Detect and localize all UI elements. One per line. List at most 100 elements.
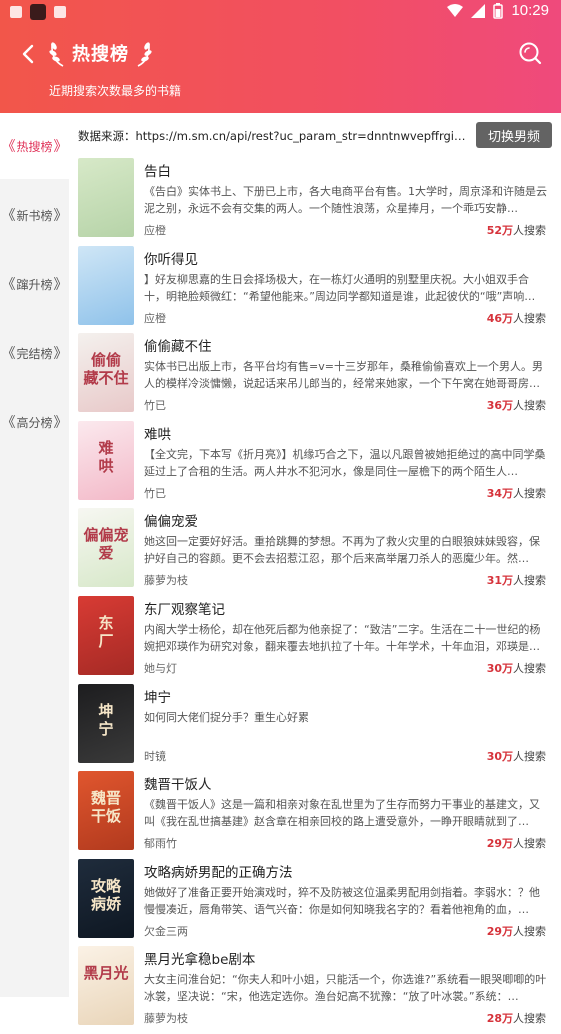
search-count: 28万人搜索 bbox=[487, 1010, 546, 1026]
book-item[interactable]: 东 厂 东厂观察笔记 内阁大学士杨伦，却在他死后都为他亲捉了：“致洁”二字。生活… bbox=[78, 595, 556, 684]
back-button[interactable] bbox=[14, 40, 42, 68]
book-cover: 难 哄 bbox=[78, 420, 134, 500]
page-subtitle: 近期搜索次数最多的书籍 bbox=[49, 84, 182, 98]
laurel-right-icon bbox=[137, 42, 152, 67]
status-bar: 10:29 bbox=[0, 0, 561, 26]
book-title: 偏偏宠爱 bbox=[144, 514, 198, 531]
book-author: 应橙 bbox=[144, 311, 166, 325]
search-count-suffix: 人搜索 bbox=[513, 574, 546, 588]
book-title: 难哄 bbox=[144, 426, 171, 443]
cover-text: 魏晋 干饭 bbox=[90, 789, 121, 826]
sidebar-item-completed[interactable]: 《完结榜》 bbox=[0, 320, 69, 386]
search-count: 29万人搜索 bbox=[487, 835, 546, 851]
book-author: 郁雨竹 bbox=[144, 837, 177, 851]
book-cover: 攻略 病娇 bbox=[78, 858, 134, 938]
search-count: 52万人搜索 bbox=[487, 222, 546, 238]
search-count-suffix: 人搜索 bbox=[513, 486, 546, 500]
search-count: 31万人搜索 bbox=[487, 572, 546, 588]
search-count-suffix: 人搜索 bbox=[513, 224, 546, 237]
wifi-icon bbox=[447, 3, 464, 17]
book-item[interactable]: 黑月光 黑月光拿稳be剧本 大女主问淮台妃：“你夫人和叶小姐，只能活一个，你选谁… bbox=[78, 946, 556, 1034]
search-count-number: 34万 bbox=[486, 486, 513, 500]
book-cover: 东 厂 bbox=[78, 595, 134, 675]
book-cover bbox=[78, 245, 134, 325]
book-item[interactable]: 偏偏宠爱 偏偏宠爱 她这回一定要好好活。重拾跳舞的梦想。不再为了救火灾里的白眼狼… bbox=[78, 508, 556, 596]
book-cover: 魏晋 干饭 bbox=[78, 771, 134, 851]
search-count: 36万人搜索 bbox=[487, 397, 546, 413]
switch-male-button[interactable]: 切换男频 bbox=[476, 122, 552, 148]
search-count: 46万人搜索 bbox=[487, 310, 546, 326]
book-item[interactable]: 魏晋 干饭 魏晋干饭人 《魏晋干饭人》这是一篇和相亲对象在乱世里为了生存而努力干… bbox=[78, 771, 556, 859]
chevron-left-icon bbox=[22, 44, 34, 64]
search-count: 30万人搜索 bbox=[487, 748, 546, 764]
search-count-number: 31万 bbox=[486, 574, 513, 588]
signal-icon bbox=[471, 3, 486, 18]
book-author: 竹已 bbox=[144, 399, 166, 413]
book-title: 你听得见 bbox=[144, 251, 198, 268]
search-count-suffix: 人搜索 bbox=[513, 311, 546, 325]
book-title: 告白 bbox=[144, 164, 171, 180]
search-count-number: 46万 bbox=[486, 311, 513, 325]
book-cover: 坤 宁 bbox=[78, 683, 134, 763]
book-description: 《魏晋干饭人》这是一篇和相亲对象在乱世里为了生存而努力干事业的基建文，又叫《我在… bbox=[144, 798, 540, 829]
sidebar-item-label: 热搜榜 bbox=[16, 139, 53, 154]
book-description: 实体书已出版上市，各平台均有售=v=十三岁那年，桑稚偷偷喜欢上一个男人。男人的模… bbox=[144, 360, 543, 391]
sidebar-item-high-score[interactable]: 《高分榜》 bbox=[0, 389, 69, 455]
sidebar-item-hot-search[interactable]: 《热搜榜》 bbox=[0, 113, 69, 179]
search-icon bbox=[519, 42, 542, 65]
data-source-text: 数据来源：https://m.sm.cn/api/rest?uc_param_s… bbox=[78, 129, 466, 143]
book-title: 坤宁 bbox=[144, 689, 171, 706]
search-button[interactable] bbox=[517, 40, 543, 66]
search-count-suffix: 人搜索 bbox=[513, 661, 546, 675]
sidebar-item-label: 新书榜 bbox=[16, 208, 53, 223]
search-count-suffix: 人搜索 bbox=[513, 399, 546, 413]
search-count-number: 29万 bbox=[486, 837, 513, 851]
search-count-number: 28万 bbox=[486, 1012, 513, 1026]
sidebar-item-label: 完结榜 bbox=[16, 346, 53, 361]
sidebar-item-new-books[interactable]: 《新书榜》 bbox=[0, 182, 69, 248]
app-notification-icon bbox=[30, 4, 46, 20]
book-item[interactable]: 偷偷 藏不住 偷偷藏不住 实体书已出版上市，各平台均有售=v=十三岁那年，桑稚偷… bbox=[78, 333, 556, 421]
sidebar-item-label: 蹿升榜 bbox=[16, 277, 53, 292]
search-count-suffix: 人搜索 bbox=[513, 924, 546, 938]
book-title: 魏晋干饭人 bbox=[144, 777, 212, 794]
laurel-left-icon bbox=[49, 42, 64, 67]
book-description: 【全文完，下本写《折月亮》】机缘巧合之下，温以凡跟曾被她拒绝过的高中同学桑延过上… bbox=[144, 447, 546, 478]
book-title: 攻略病娇男配的正确方法 bbox=[144, 864, 293, 881]
book-item[interactable]: 难 哄 难哄 【全文完，下本写《折月亮》】机缘巧合之下，温以凡跟曾被她拒绝过的高… bbox=[78, 420, 556, 509]
search-count: 30万人搜索 bbox=[487, 660, 546, 676]
book-cover: 偏偏宠爱 bbox=[78, 508, 134, 588]
app-a-icon bbox=[54, 6, 66, 18]
header: 10:29 热搜榜 近期搜索次数最多的书籍 bbox=[0, 0, 561, 113]
search-count: 29万人搜索 bbox=[487, 923, 546, 939]
book-list: 告白 《告白》实体书上、下册已上市，各大电商平台有售。1大学时，周京泽和许随是云… bbox=[78, 158, 556, 1034]
search-count-number: 52万 bbox=[486, 224, 513, 237]
title-badge: 热搜榜 bbox=[48, 36, 153, 70]
book-author: 欠金三两 bbox=[144, 924, 188, 938]
book-cover: 黑月光 bbox=[78, 946, 134, 1026]
book-description: 如何同大佬们捉分手？重生心好累 bbox=[144, 710, 309, 724]
battery-icon bbox=[493, 2, 504, 19]
search-count-number: 30万 bbox=[486, 661, 513, 675]
book-item[interactable]: 攻略 病娇 攻略病娇男配的正确方法 她做好了准备正要开始演戏时，猝不及防被这位温… bbox=[78, 858, 556, 947]
book-cover: 偷偷 藏不住 bbox=[78, 333, 134, 413]
book-author: 时镜 bbox=[144, 749, 166, 763]
book-item[interactable]: 坤 宁 坤宁 如何同大佬们捉分手？重生心好累 时镜 30万人搜索 bbox=[78, 683, 556, 772]
search-count-suffix: 人搜索 bbox=[513, 837, 546, 851]
notification-icon bbox=[10, 6, 22, 18]
search-count-number: 30万 bbox=[486, 749, 513, 763]
book-item[interactable]: 你听得见 】好友柳思嘉的生日会择场极大，在一栋灯火通明的别墅里庆祝。大小姐双手合… bbox=[78, 245, 556, 334]
book-item[interactable]: 告白 《告白》实体书上、下册已上市，各大电商平台有售。1大学时，周京泽和许随是云… bbox=[78, 158, 556, 246]
cover-text: 偷偷 藏不住 bbox=[83, 351, 129, 388]
cover-text: 黑月光 bbox=[83, 964, 129, 983]
book-title: 偷偷藏不住 bbox=[144, 339, 212, 356]
book-cover bbox=[78, 158, 134, 237]
search-count: 34万人搜索 bbox=[487, 485, 546, 501]
book-description: 大女主问淮台妃：“你夫人和叶小姐，只能活一个，你选谁?”系统看一眼哭唧唧的叶冰裳… bbox=[144, 973, 547, 1004]
sidebar-item-label: 高分榜 bbox=[16, 415, 53, 430]
book-description: 她做好了准备正要开始演戏时，猝不及防被这位温柔男配用剑指着。李弱水：？他慢慢凑近… bbox=[144, 885, 540, 916]
book-title: 黑月光拿稳be剧本 bbox=[144, 952, 256, 969]
status-time: 10:29 bbox=[511, 2, 549, 19]
sidebar-item-rising[interactable]: 《蹿升榜》 bbox=[0, 251, 69, 317]
cover-text: 攻略 病娇 bbox=[90, 876, 121, 913]
